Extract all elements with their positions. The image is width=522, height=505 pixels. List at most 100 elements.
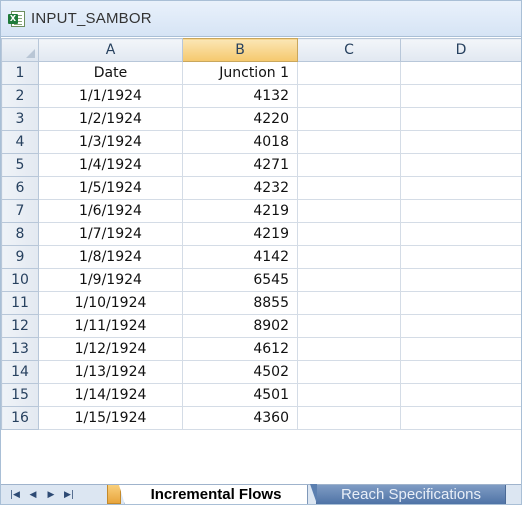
date-cell[interactable]: 1/11/1924 bbox=[38, 314, 183, 338]
date-cell[interactable]: 1/8/1924 bbox=[38, 245, 183, 269]
junction-value-cell[interactable]: 4220 bbox=[182, 107, 298, 131]
date-cell[interactable]: 1/3/1924 bbox=[38, 130, 183, 154]
row-header[interactable]: 16 bbox=[1, 406, 39, 430]
junction-value-cell[interactable]: 4219 bbox=[182, 199, 298, 223]
junction-value-cell[interactable]: 6545 bbox=[182, 268, 298, 292]
empty-cell-d[interactable] bbox=[400, 406, 521, 430]
empty-cell-d[interactable] bbox=[400, 84, 521, 108]
junction-value-cell[interactable]: 4132 bbox=[182, 84, 298, 108]
title-bar[interactable]: X INPUT_SAMBOR bbox=[1, 1, 521, 37]
empty-cell-c[interactable] bbox=[297, 176, 401, 200]
empty-cell-d[interactable] bbox=[400, 268, 521, 292]
empty-cell-d[interactable] bbox=[400, 245, 521, 269]
table-row: 4 1/3/1924 4018 bbox=[1, 130, 521, 154]
row-header[interactable]: 12 bbox=[1, 314, 39, 338]
empty-cell-c[interactable] bbox=[297, 107, 401, 131]
row-header[interactable]: 11 bbox=[1, 291, 39, 315]
row-header[interactable]: 6 bbox=[1, 176, 39, 200]
empty-cell-c[interactable] bbox=[297, 360, 401, 384]
column-header-d[interactable]: D bbox=[400, 38, 521, 62]
row-header[interactable]: 1 bbox=[1, 61, 39, 85]
row-header[interactable]: 2 bbox=[1, 84, 39, 108]
row-header[interactable]: 4 bbox=[1, 130, 39, 154]
empty-cell-c[interactable] bbox=[297, 199, 401, 223]
empty-cell-d[interactable] bbox=[400, 337, 521, 361]
first-sheet-icon[interactable]: |◀ bbox=[6, 485, 24, 504]
date-cell[interactable]: 1/2/1924 bbox=[38, 107, 183, 131]
junction-value-cell[interactable]: 4502 bbox=[182, 360, 298, 384]
date-cell[interactable]: 1/14/1924 bbox=[38, 383, 183, 407]
date-cell[interactable]: 1/5/1924 bbox=[38, 176, 183, 200]
empty-cell-d[interactable] bbox=[400, 383, 521, 407]
empty-cell-d[interactable] bbox=[400, 130, 521, 154]
row-header[interactable]: 8 bbox=[1, 222, 39, 246]
table-row: 13 1/12/1924 4612 bbox=[1, 337, 521, 361]
row-header[interactable]: 10 bbox=[1, 268, 39, 292]
row-header[interactable]: 9 bbox=[1, 245, 39, 269]
spreadsheet-grid[interactable]: A B C D 1 Date Junction 1 2 1/1/1924 4132 3… bbox=[1, 38, 521, 430]
empty-cell-d[interactable] bbox=[400, 314, 521, 338]
column-header-b[interactable]: B bbox=[182, 38, 298, 62]
workbook-window: X INPUT_SAMBOR A B C D 1 Date Junction 1… bbox=[0, 0, 522, 505]
cell-d1[interactable] bbox=[400, 61, 521, 85]
row-header[interactable]: 13 bbox=[1, 337, 39, 361]
junction-value-cell[interactable]: 4501 bbox=[182, 383, 298, 407]
table-row: 14 1/13/1924 4502 bbox=[1, 360, 521, 384]
empty-cell-d[interactable] bbox=[400, 360, 521, 384]
cell-b1[interactable]: Junction 1 bbox=[182, 61, 298, 85]
cell-a1[interactable]: Date bbox=[38, 61, 183, 85]
row-header[interactable]: 14 bbox=[1, 360, 39, 384]
date-cell[interactable]: 1/6/1924 bbox=[38, 199, 183, 223]
empty-cell-c[interactable] bbox=[297, 337, 401, 361]
junction-value-cell[interactable]: 8902 bbox=[182, 314, 298, 338]
last-sheet-icon[interactable]: ▶| bbox=[60, 485, 78, 504]
empty-cell-d[interactable] bbox=[400, 107, 521, 131]
junction-value-cell[interactable]: 4360 bbox=[182, 406, 298, 430]
previous-sheet-icon[interactable]: ◀ bbox=[24, 485, 42, 504]
date-cell[interactable]: 1/10/1924 bbox=[38, 291, 183, 315]
tab-reach-specifications[interactable]: Reach Specifications bbox=[310, 484, 506, 504]
next-sheet-icon[interactable]: ▶ bbox=[42, 485, 60, 504]
empty-cell-d[interactable] bbox=[400, 222, 521, 246]
column-header-a[interactable]: A bbox=[38, 38, 183, 62]
table-row: 2 1/1/1924 4132 bbox=[1, 84, 521, 108]
junction-value-cell[interactable]: 4219 bbox=[182, 222, 298, 246]
row-header[interactable]: 5 bbox=[1, 153, 39, 177]
empty-cell-d[interactable] bbox=[400, 199, 521, 223]
empty-cell-c[interactable] bbox=[297, 130, 401, 154]
junction-value-cell[interactable]: 4271 bbox=[182, 153, 298, 177]
empty-cell-c[interactable] bbox=[297, 222, 401, 246]
junction-value-cell[interactable]: 4232 bbox=[182, 176, 298, 200]
date-cell[interactable]: 1/1/1924 bbox=[38, 84, 183, 108]
date-cell[interactable]: 1/4/1924 bbox=[38, 153, 183, 177]
table-row: 12 1/11/1924 8902 bbox=[1, 314, 521, 338]
date-cell[interactable]: 1/13/1924 bbox=[38, 360, 183, 384]
empty-cell-c[interactable] bbox=[297, 268, 401, 292]
empty-cell-c[interactable] bbox=[297, 383, 401, 407]
empty-cell-d[interactable] bbox=[400, 291, 521, 315]
empty-cell-c[interactable] bbox=[297, 84, 401, 108]
cell-c1[interactable] bbox=[297, 61, 401, 85]
junction-value-cell[interactable]: 4612 bbox=[182, 337, 298, 361]
date-cell[interactable]: 1/12/1924 bbox=[38, 337, 183, 361]
junction-value-cell[interactable]: 4142 bbox=[182, 245, 298, 269]
empty-cell-c[interactable] bbox=[297, 291, 401, 315]
row-header[interactable]: 7 bbox=[1, 199, 39, 223]
empty-cell-c[interactable] bbox=[297, 406, 401, 430]
empty-cell-d[interactable] bbox=[400, 176, 521, 200]
date-cell[interactable]: 1/9/1924 bbox=[38, 268, 183, 292]
tab-incremental-flows[interactable]: Incremental Flows bbox=[119, 485, 308, 504]
row-header[interactable]: 3 bbox=[1, 107, 39, 131]
table-row: 6 1/5/1924 4232 bbox=[1, 176, 521, 200]
date-cell[interactable]: 1/7/1924 bbox=[38, 222, 183, 246]
column-header-c[interactable]: C bbox=[297, 38, 401, 62]
row-header[interactable]: 15 bbox=[1, 383, 39, 407]
empty-cell-c[interactable] bbox=[297, 153, 401, 177]
junction-value-cell[interactable]: 4018 bbox=[182, 130, 298, 154]
junction-value-cell[interactable]: 8855 bbox=[182, 291, 298, 315]
date-cell[interactable]: 1/15/1924 bbox=[38, 406, 183, 430]
empty-cell-c[interactable] bbox=[297, 314, 401, 338]
empty-cell-d[interactable] bbox=[400, 153, 521, 177]
empty-cell-c[interactable] bbox=[297, 245, 401, 269]
select-all-corner[interactable] bbox=[1, 38, 39, 62]
